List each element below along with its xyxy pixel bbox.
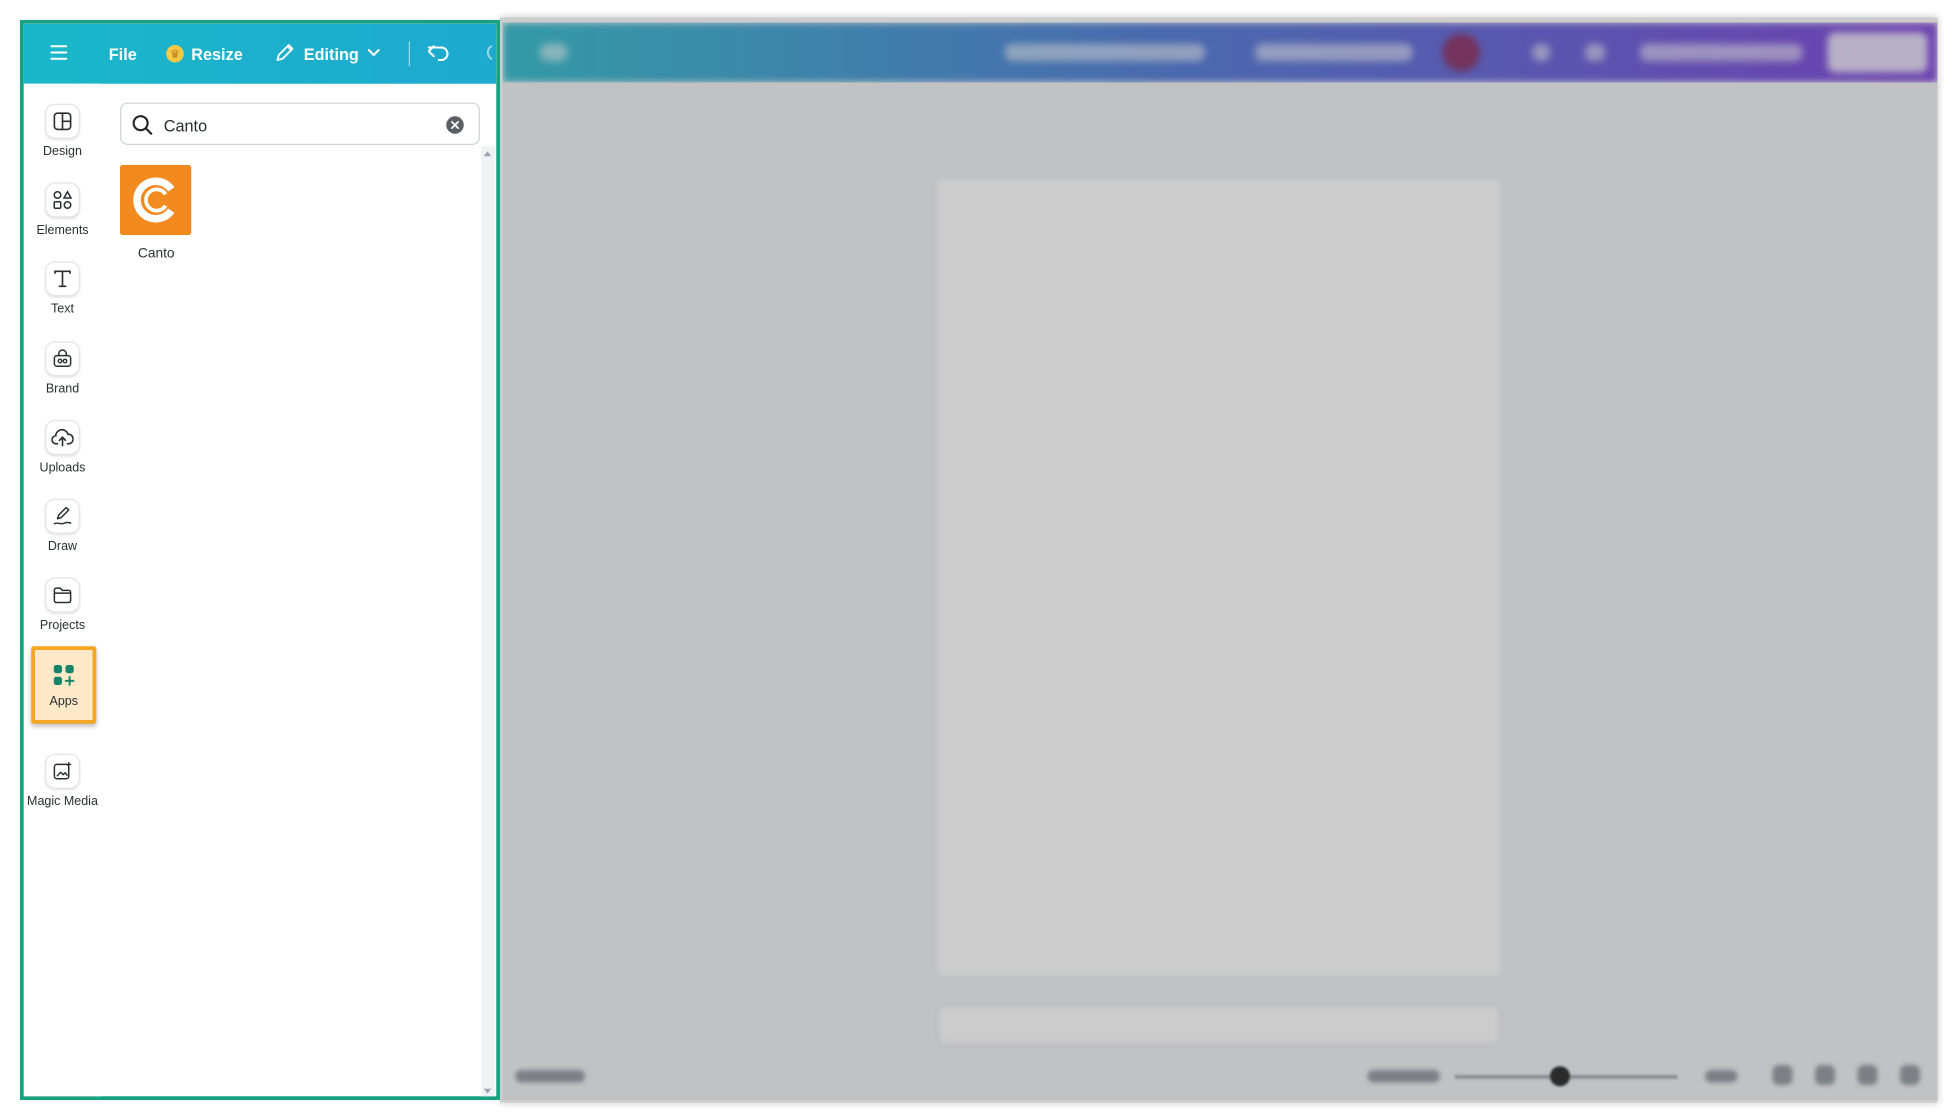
sidebar-item-brand[interactable]: Brand: [24, 334, 102, 407]
magic-media-icon: [45, 753, 80, 789]
resize-button[interactable]: ♛ Resize: [166, 24, 243, 84]
sidebar-item-projects[interactable]: Projects: [24, 570, 102, 643]
sidebar-item-label: Text: [51, 302, 74, 317]
file-label: File: [108, 44, 137, 64]
app-result-canto[interactable]: Canto: [120, 165, 193, 261]
apps-grid-icon: [46, 658, 81, 693]
editor-side-panel: File ♛ Resize Editing Design Elements Te…: [20, 20, 500, 1100]
sidebar-item-label: Brand: [45, 382, 80, 397]
sidebar-item-label: Draw: [47, 540, 78, 554]
folder-icon: [45, 577, 80, 613]
clear-icon[interactable]: [446, 116, 464, 134]
panel-scrollbar[interactable]: [481, 146, 495, 1097]
sidebar-item-text[interactable]: Text: [24, 254, 102, 327]
modal-dim-overlay: [500, 17, 1938, 1103]
sidebar-rail: Design Elements Text Brand Uploads Draw …: [23, 83, 102, 1100]
pencil-icon: [274, 41, 297, 67]
redo-button[interactable]: [479, 24, 494, 84]
menu-button[interactable]: [49, 24, 69, 84]
shapes-icon: [45, 182, 80, 218]
sidebar-item-elements[interactable]: Elements: [24, 175, 102, 248]
sidebar-item-label: Magic Media: [27, 795, 98, 809]
sidebar-item-design[interactable]: Design: [24, 96, 102, 169]
draw-pen-icon: [45, 498, 80, 534]
sidebar-item-label: Elements: [36, 223, 89, 238]
crown-icon: ♛: [166, 45, 184, 63]
top-toolbar: File ♛ Resize Editing: [23, 23, 497, 84]
editing-mode-button[interactable]: Editing: [274, 24, 382, 84]
chevron-down-icon: [366, 44, 381, 63]
undo-button[interactable]: [426, 24, 451, 84]
sidebar-item-magic-media[interactable]: Magic Media: [24, 746, 102, 819]
apps-search-box[interactable]: [120, 102, 480, 145]
resize-label: Resize: [191, 44, 243, 64]
file-menu-button[interactable]: File: [109, 24, 137, 84]
scroll-up-icon: [483, 151, 492, 157]
sidebar-item-label: Design: [43, 145, 82, 159]
search-input[interactable]: [163, 111, 439, 139]
sidebar-item-label: Uploads: [39, 461, 86, 475]
sidebar-item-uploads[interactable]: Uploads: [24, 413, 102, 486]
sidebar-item-draw[interactable]: Draw: [24, 491, 102, 564]
brand-kit-icon: [45, 341, 80, 377]
magic-assistant-button[interactable]: [39, 1096, 87, 1100]
sidebar-item-apps[interactable]: Apps: [31, 646, 97, 724]
sidebar-item-label: Apps: [49, 695, 78, 709]
design-layout-icon: [45, 103, 80, 139]
sidebar-item-label: Projects: [39, 618, 86, 633]
app-result-name: Canto: [137, 246, 175, 262]
text-icon: [45, 261, 80, 297]
cloud-upload-icon: [45, 420, 80, 455]
scroll-down-icon: [483, 1088, 492, 1094]
hamburger-menu-icon: [49, 43, 69, 64]
search-icon: [131, 114, 154, 143]
undo-icon: [426, 41, 451, 67]
canto-logo: [120, 165, 192, 235]
toolbar-divider: [408, 41, 410, 67]
redo-icon: [479, 41, 494, 67]
editing-label: Editing: [303, 44, 359, 64]
